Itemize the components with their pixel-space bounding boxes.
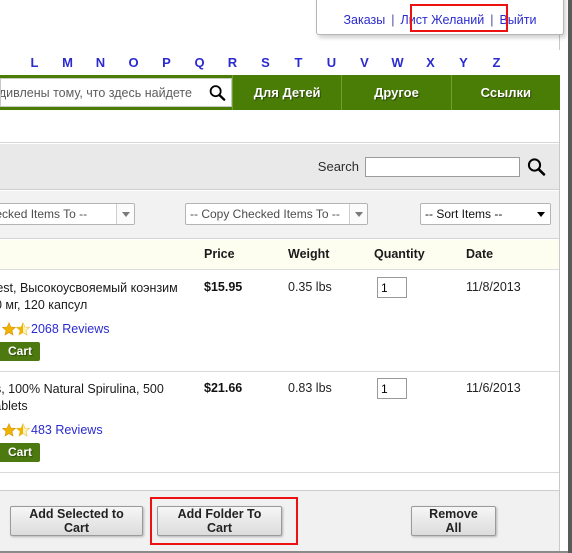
product-title-line-1: Best, Высокоусвояемый коэнзим: [0, 281, 178, 295]
add-folder-to-cart-button[interactable]: Add Folder To Cart: [157, 506, 282, 536]
nav-item-links[interactable]: Ссылки: [450, 75, 560, 110]
rating-row: 483 Reviews: [1, 422, 103, 437]
alpha-letter-s[interactable]: S: [249, 55, 282, 70]
column-header-weight: Weight: [288, 247, 330, 261]
alpha-letter-u[interactable]: U: [315, 55, 348, 70]
orders-link[interactable]: Заказы: [342, 12, 388, 28]
move-checked-items-dropdown[interactable]: Checked Items To --: [0, 203, 135, 225]
wishlist-link[interactable]: Лист Желаний: [399, 12, 487, 28]
sort-items-label: -- Sort Items --: [425, 207, 503, 221]
product-weight: 0.83 lbs: [288, 381, 332, 395]
product-date: 11/6/2013: [466, 381, 521, 395]
alpha-letter-w[interactable]: W: [381, 55, 414, 70]
product-price: $15.95: [204, 280, 243, 294]
reviews-link[interactable]: 483 Reviews: [31, 423, 103, 437]
search-icon[interactable]: [208, 84, 226, 102]
nav-search-box[interactable]: удивлены тому, что здесь найдете: [0, 78, 232, 107]
alpha-letter-q[interactable]: Q: [183, 55, 216, 70]
alpha-letter-o[interactable]: O: [117, 55, 150, 70]
list-search-bar: Search: [0, 144, 560, 190]
alpha-letter-r[interactable]: R: [216, 55, 249, 70]
quantity-input[interactable]: [377, 277, 407, 298]
window-right-edge: [568, 0, 572, 553]
quantity-input[interactable]: [377, 378, 407, 399]
table-row: Best, Высокоусвояемый коэнзим 00 мг, 120…: [0, 271, 560, 372]
add-to-cart-button[interactable]: Cart: [0, 342, 41, 361]
search-label: Search: [317, 159, 359, 174]
product-title-line-2: 00 мг, 120 капсул: [0, 298, 88, 312]
reviews-link[interactable]: 2068 Reviews: [31, 322, 110, 336]
star-filled-icon: [1, 422, 17, 437]
alpha-letter-z[interactable]: Z: [480, 55, 513, 70]
product-title-line-2: Tablets: [0, 399, 28, 413]
nav-item-kids[interactable]: Для Детей: [232, 75, 341, 110]
alpha-letter-m[interactable]: M: [51, 55, 84, 70]
copy-checked-items-dropdown[interactable]: -- Copy Checked Items To --: [185, 203, 368, 225]
star-half-icon: [15, 321, 31, 336]
chevron-down-icon: [116, 204, 134, 224]
alphabet-index-bar: L M N O P Q R S T U V W X Y Z: [0, 50, 560, 75]
column-header-price: Price: [204, 247, 235, 261]
product-price: $21.66: [204, 381, 243, 395]
alpha-letter-n[interactable]: N: [84, 55, 117, 70]
bulk-actions-bar: Checked Items To -- -- Copy Checked Item…: [0, 191, 560, 239]
copy-checked-items-label: -- Copy Checked Items To --: [190, 207, 340, 221]
alpha-letter-l[interactable]: L: [18, 55, 51, 70]
product-title[interactable]: ds, 100% Natural Spirulina, 500 Tablets: [0, 381, 198, 415]
alpha-letter-p[interactable]: P: [150, 55, 183, 70]
alpha-letter-t[interactable]: T: [282, 55, 315, 70]
product-title[interactable]: Best, Высокоусвояемый коэнзим 00 мг, 120…: [0, 280, 198, 314]
account-dropdown-panel: Заказы | Лист Желаний | Выйти: [316, 0, 564, 35]
nav-item-other[interactable]: Другое: [341, 75, 450, 110]
account-separator-1: |: [391, 13, 395, 27]
page-gutter: [560, 0, 568, 553]
nav-search-placeholder-text: удивлены тому, что здесь найдете: [0, 85, 192, 100]
remove-all-button[interactable]: Remove All: [411, 506, 496, 536]
sort-items-dropdown[interactable]: -- Sort Items --: [420, 203, 551, 225]
table-header-row: Price Weight Quantity Date: [0, 240, 560, 270]
primary-navigation-bar: удивлены тому, что здесь найдете Для Дет…: [0, 75, 560, 110]
content-top-spacer: [0, 110, 560, 143]
star-half-icon: [15, 422, 31, 437]
column-header-quantity: Quantity: [374, 247, 425, 261]
product-weight: 0.35 lbs: [288, 280, 332, 294]
page-root: Заказы | Лист Желаний | Выйти L M N O P …: [0, 0, 572, 553]
add-to-cart-button[interactable]: Cart: [0, 443, 41, 462]
search-input[interactable]: [365, 156, 520, 177]
chevron-down-icon: [349, 204, 367, 224]
star-filled-icon: [1, 321, 17, 336]
account-links: Заказы | Лист Желаний | Выйти: [342, 12, 539, 28]
chevron-down-icon: [532, 204, 550, 224]
rating-row: 2068 Reviews: [1, 321, 110, 336]
account-separator-2: |: [490, 13, 494, 27]
product-title-line-1: ds, 100% Natural Spirulina, 500: [0, 382, 164, 396]
alpha-letter-v[interactable]: V: [348, 55, 381, 70]
logout-link[interactable]: Выйти: [497, 12, 538, 28]
alpha-letter-y[interactable]: Y: [447, 55, 480, 70]
alpha-letter-x[interactable]: X: [414, 55, 447, 70]
table-row: ds, 100% Natural Spirulina, 500 Tablets …: [0, 372, 560, 473]
search-submit-icon[interactable]: [526, 157, 546, 177]
column-header-date: Date: [466, 247, 494, 261]
add-selected-to-cart-button[interactable]: Add Selected to Cart: [10, 506, 143, 536]
move-checked-items-label: Checked Items To --: [0, 207, 88, 221]
product-date: 11/8/2013: [466, 280, 521, 294]
